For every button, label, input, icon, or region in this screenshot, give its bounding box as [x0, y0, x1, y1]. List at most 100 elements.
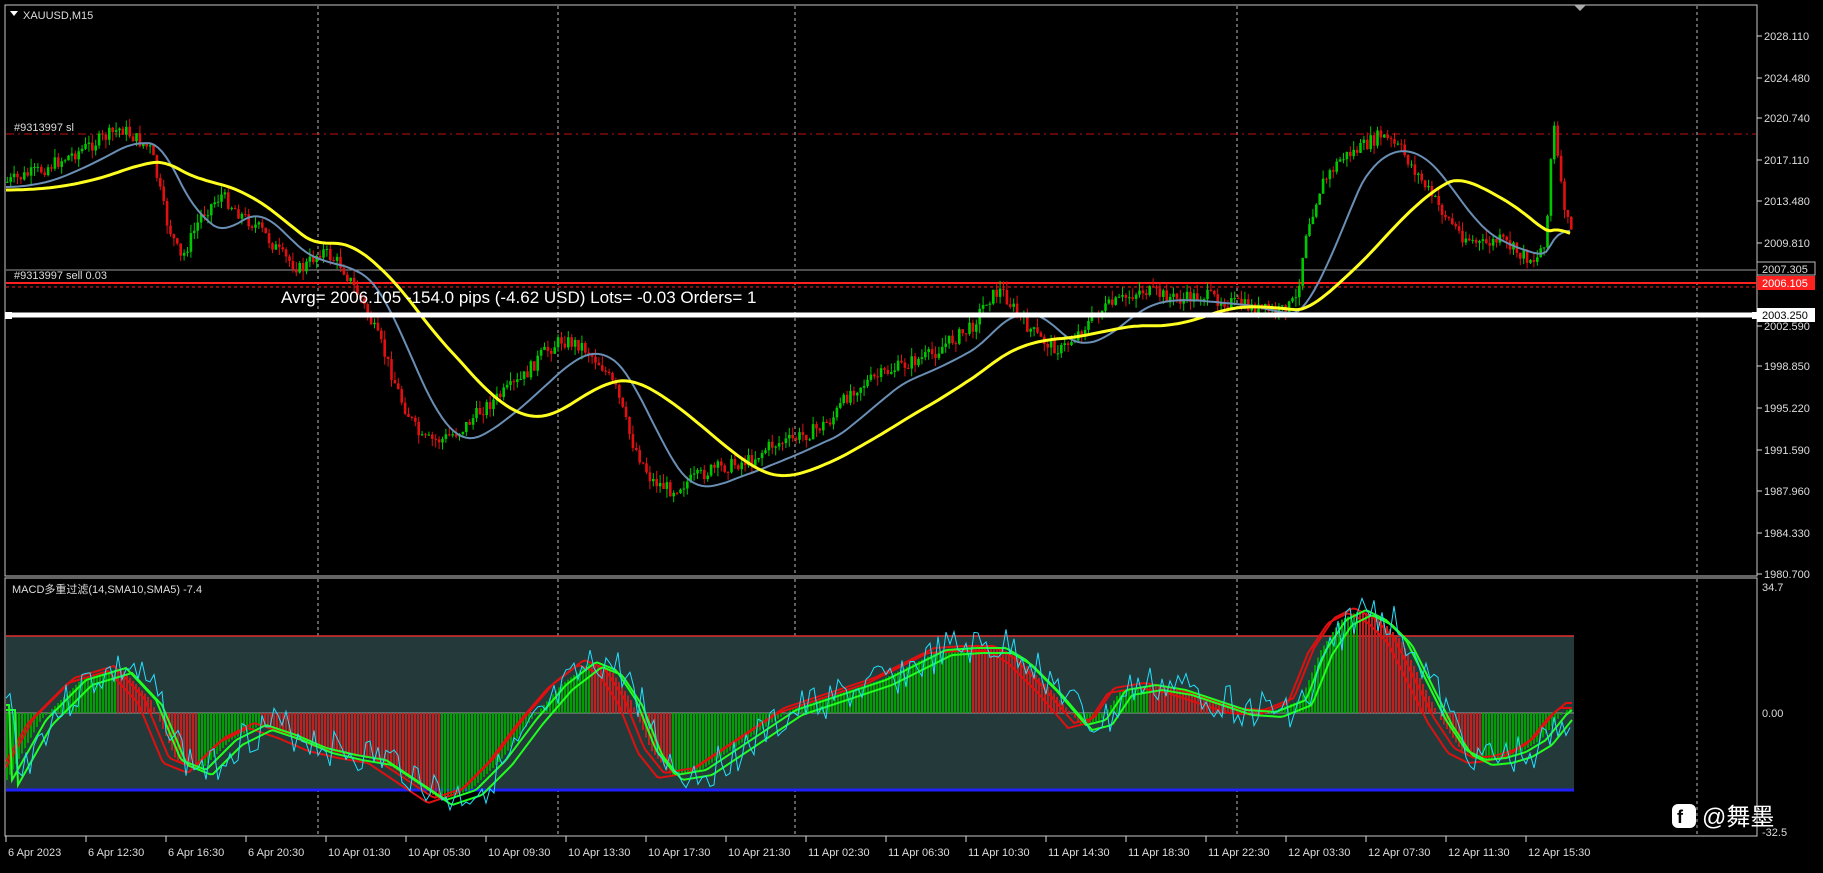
candle-body	[836, 408, 839, 417]
macd-bar	[462, 713, 464, 793]
average-line-handle[interactable]	[5, 312, 12, 319]
candle-body	[645, 463, 648, 472]
chart-window[interactable]: XAUUSD,M15 #9313997 sl #9313997 sell 0.0…	[0, 0, 1823, 868]
candle-body	[264, 228, 267, 233]
candle-body	[1131, 297, 1134, 299]
candle-body	[20, 177, 23, 179]
candle-body	[927, 349, 930, 352]
macd-bar	[387, 713, 389, 765]
price-label: 2002.590	[1764, 321, 1810, 333]
macd-bar	[972, 648, 974, 713]
candle-body	[1356, 150, 1359, 153]
candle-body	[1556, 126, 1559, 156]
macd-bar	[1101, 713, 1103, 719]
macd-bar	[930, 655, 932, 713]
candle-body	[1448, 217, 1451, 218]
macd-bar	[1470, 713, 1472, 755]
candle-body	[1536, 257, 1539, 262]
macd-bar	[747, 713, 749, 739]
candle-body	[839, 403, 842, 408]
macd-bar	[156, 713, 158, 714]
chart-canvas[interactable]: XAUUSD,M15 #9313997 sl #9313997 sell 0.0…	[0, 0, 1823, 868]
candle-body	[468, 422, 471, 425]
time-label: 6 Apr 20:30	[248, 847, 304, 859]
time-label: 10 Apr 05:30	[408, 847, 470, 859]
candle-body	[1441, 205, 1444, 215]
candle-body	[730, 459, 733, 473]
macd-bar	[699, 713, 701, 770]
macd-bar	[507, 713, 509, 751]
candle-body	[771, 442, 774, 448]
macd-bar	[411, 713, 413, 781]
macd-bar	[534, 713, 536, 715]
collapse-triangle-icon[interactable]	[10, 11, 18, 16]
candle-body	[761, 453, 764, 458]
candle-body	[778, 443, 781, 446]
candle-body	[298, 263, 301, 272]
weibo-logo-icon	[1672, 804, 1696, 828]
candle-body	[655, 479, 658, 486]
candle-body	[1305, 236, 1308, 258]
candle-body	[84, 144, 87, 149]
macd-bar	[459, 713, 461, 794]
candle-body	[288, 256, 291, 261]
macd-bar	[1188, 693, 1190, 713]
candle-body	[632, 434, 635, 448]
candle-body	[441, 439, 444, 442]
candle-body	[1373, 135, 1376, 146]
candle-body	[1363, 140, 1366, 143]
macd-bar	[615, 678, 617, 714]
candle-body	[1465, 239, 1468, 243]
macd-bar	[216, 713, 218, 754]
macd-bar	[327, 713, 329, 750]
candle-body	[931, 349, 934, 354]
time-label: 6 Apr 16:30	[168, 847, 224, 859]
macd-bar	[582, 668, 584, 713]
macd-bar	[429, 713, 431, 793]
candle-body	[757, 458, 760, 459]
candle-body	[849, 391, 852, 403]
candle-body	[1437, 196, 1440, 205]
candle-body	[414, 418, 417, 422]
candle-body	[910, 356, 913, 368]
macd-bar	[351, 713, 353, 755]
macd-bar	[84, 679, 86, 713]
scroll-marker-icon[interactable]	[1574, 5, 1586, 11]
logo-glyph-icon: f	[1677, 807, 1684, 827]
candle-body	[465, 422, 468, 432]
candle-body	[968, 323, 971, 334]
time-axis[interactable]: 6 Apr 20236 Apr 12:306 Apr 16:306 Apr 20…	[6, 836, 1590, 859]
candle-body	[669, 482, 672, 496]
macd-bar	[1011, 655, 1013, 713]
candle-body	[873, 375, 876, 377]
price-axis[interactable]: 2028.1102024.4802020.7402017.1102013.480…	[1757, 31, 1810, 581]
candle-body	[519, 379, 522, 380]
candle-body	[1315, 205, 1318, 217]
macd-bar	[504, 713, 506, 755]
macd-bar	[87, 678, 89, 713]
candle-body	[513, 381, 516, 382]
candle-body	[1495, 239, 1498, 243]
candle-body	[938, 354, 941, 358]
macd-bar	[1008, 653, 1010, 713]
macd-bar	[93, 676, 95, 713]
candle-body	[662, 483, 665, 489]
candle-body	[26, 172, 29, 175]
candle-body	[94, 146, 97, 151]
candle-body	[822, 422, 825, 431]
macd-bar	[222, 713, 224, 748]
candle-body	[989, 304, 992, 305]
candle-body	[241, 214, 244, 219]
time-label: 6 Apr 12:30	[88, 847, 144, 859]
candle-body	[1114, 297, 1117, 305]
candle-body	[1529, 260, 1532, 263]
macd-bar	[1488, 713, 1490, 759]
macd-bar	[48, 712, 50, 713]
candle-body	[1444, 215, 1447, 217]
main-panel-border	[5, 5, 1757, 576]
candle-body	[1543, 247, 1546, 248]
macd-bar	[45, 713, 47, 715]
candle-body	[309, 257, 312, 262]
candle-body	[186, 252, 189, 253]
candle-body	[1570, 217, 1573, 230]
